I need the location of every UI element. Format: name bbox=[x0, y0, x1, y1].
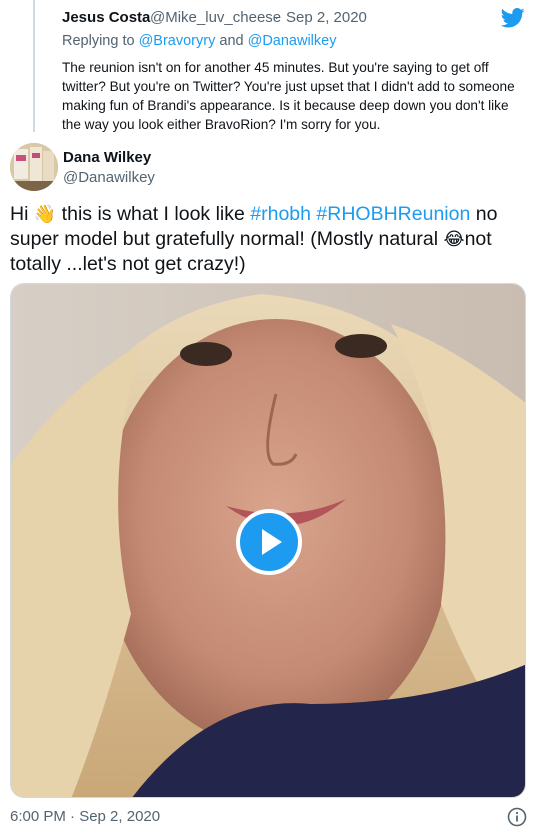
tweet-text-segment: Hi bbox=[10, 203, 34, 225]
waving-hand-emoji: 👋 bbox=[33, 204, 57, 224]
info-icon[interactable] bbox=[507, 807, 527, 827]
thread-connector-line bbox=[33, 0, 35, 132]
reply-author-name[interactable]: Jesus Costa bbox=[62, 9, 150, 26]
hashtag-link[interactable]: #rhobh bbox=[250, 203, 311, 225]
reply-date[interactable]: Sep 2, 2020 bbox=[286, 9, 367, 26]
hashtag-link[interactable]: #RHOBHReunion bbox=[316, 203, 470, 225]
replying-prefix: Replying to bbox=[62, 33, 135, 49]
tweet-timestamp[interactable]: 6:00 PM · Sep 2, 2020 bbox=[10, 808, 160, 825]
avatar[interactable] bbox=[10, 143, 58, 191]
reply-tweet-text: The reunion isn't on for another 45 minu… bbox=[62, 60, 515, 132]
author-name[interactable]: Dana Wilkey bbox=[63, 149, 151, 166]
replying-to-line: Replying to @Bravoryry and @Danawilkey bbox=[62, 33, 336, 49]
reply-separator: · bbox=[274, 9, 279, 26]
laughing-tears-emoji: 😂 bbox=[443, 229, 465, 249]
play-icon bbox=[262, 529, 282, 555]
tweet-text-segment: this is what I look like bbox=[56, 203, 251, 225]
play-button[interactable] bbox=[236, 509, 302, 575]
mention-link[interactable]: @Bravoryry bbox=[139, 33, 216, 49]
author-handle[interactable]: @Danawilkey bbox=[63, 169, 155, 186]
twitter-bird-icon[interactable] bbox=[501, 8, 525, 28]
reply-author-handle[interactable]: @Mike_luv_cheese bbox=[150, 9, 281, 26]
mention-link[interactable]: @Danawilkey bbox=[248, 33, 337, 49]
tweet-text: Hi 👋 this is what I look like #rhobh #RH… bbox=[10, 202, 525, 277]
avatar-image bbox=[10, 143, 58, 191]
replying-and: and bbox=[219, 33, 244, 49]
